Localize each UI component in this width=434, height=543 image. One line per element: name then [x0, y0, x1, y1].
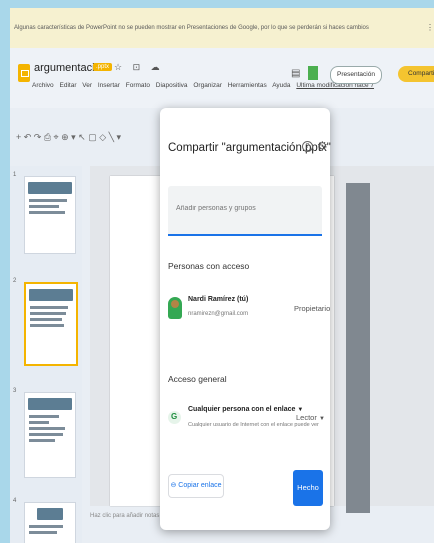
- menu-herramientas[interactable]: Herramientas: [228, 82, 267, 89]
- share-dialog: Compartir "argumentación.pptx" ? ⚙ Perso…: [160, 108, 331, 530]
- thumb-lines: [29, 199, 71, 214]
- slide-thumbnail-1[interactable]: [24, 176, 76, 254]
- compatibility-banner: Algunas características de PowerPoint no…: [10, 8, 434, 48]
- slides-editor: Algunas características de PowerPoint no…: [10, 8, 434, 543]
- present-button[interactable]: Presentación: [330, 66, 382, 84]
- copy-link-button[interactable]: ⊖ Copiar enlace: [168, 474, 224, 498]
- slides-logo-icon[interactable]: [18, 64, 30, 82]
- app-header: argumentación .pptx ☆ ⊡ ☁ Archivo Editar…: [10, 48, 434, 108]
- general-access-label: Cualquier persona con el enlace: [188, 406, 296, 413]
- meet-icon[interactable]: [308, 66, 318, 80]
- general-access-description: Cualquier usuario de Internet con el enl…: [188, 422, 319, 428]
- thumb-heading: [28, 398, 72, 410]
- menu-ayuda[interactable]: Ayuda: [272, 82, 290, 89]
- avatar: [168, 297, 182, 319]
- gear-icon[interactable]: ⚙: [317, 139, 328, 153]
- more-icon[interactable]: ⋮: [426, 8, 434, 48]
- general-access-heading: Acceso general: [168, 374, 227, 384]
- slide-number: 3: [13, 388, 17, 394]
- comment-history-icon[interactable]: ▤: [291, 68, 300, 79]
- menu-insertar[interactable]: Insertar: [98, 82, 120, 89]
- share-button[interactable]: Compartir: [398, 66, 434, 82]
- general-role-select[interactable]: Lector ▼: [296, 413, 325, 422]
- person-email: nramirezn@gmail.com: [188, 311, 249, 317]
- slide-filmstrip: 1 2 3 4: [10, 166, 82, 543]
- menu-formato[interactable]: Formato: [126, 82, 150, 89]
- menu-diapositiva[interactable]: Diapositiva: [156, 82, 188, 89]
- menu-organizar[interactable]: Organizar: [193, 82, 222, 89]
- people-with-access-heading: Personas con acceso: [168, 261, 250, 271]
- side-panel: [346, 183, 370, 513]
- caret-down-icon: ▼: [318, 416, 325, 422]
- globe-link-icon: [168, 411, 181, 424]
- slide-thumbnail-2[interactable]: [24, 282, 78, 366]
- toolbar-tools[interactable]: + ↶ ↷ ⎙ ⌖ ⊕ ▾ ↖ ▢ ◇ ╲ ▾: [16, 132, 121, 143]
- person-name: Nardi Ramírez (tú): [188, 296, 249, 303]
- slide-number: 1: [13, 172, 17, 178]
- menu-ver[interactable]: Ver: [82, 82, 92, 89]
- menu-editar[interactable]: Editar: [60, 82, 77, 89]
- banner-text: Algunas características de PowerPoint no…: [14, 25, 369, 31]
- add-people-input[interactable]: [174, 204, 318, 213]
- slide-thumbnail-3[interactable]: [24, 392, 76, 478]
- thumb-lines: [29, 525, 71, 534]
- slide-thumbnail-4[interactable]: [24, 502, 76, 543]
- thumb-lines: [30, 306, 72, 327]
- thumb-heading: [28, 182, 72, 194]
- person-role: Propietario: [294, 304, 331, 313]
- done-button[interactable]: Hecho: [293, 470, 323, 506]
- file-extension-badge: .pptx: [93, 63, 113, 71]
- slide-number: 2: [13, 278, 17, 284]
- menu-archivo[interactable]: Archivo: [32, 82, 54, 89]
- thumb-heading: [37, 508, 63, 520]
- general-access-select[interactable]: Cualquier persona con el enlace ▼: [188, 406, 303, 413]
- thumb-heading: [29, 289, 73, 301]
- add-people-field[interactable]: [168, 186, 322, 236]
- menu-bar: Archivo Editar Ver Insertar Formato Diap…: [32, 82, 378, 89]
- slide-number: 4: [13, 498, 17, 504]
- general-role-label: Lector: [296, 413, 317, 422]
- help-icon[interactable]: ?: [302, 141, 313, 152]
- thumb-lines: [29, 415, 71, 442]
- star-move-cloud-icons[interactable]: ☆ ⊡ ☁: [114, 62, 164, 73]
